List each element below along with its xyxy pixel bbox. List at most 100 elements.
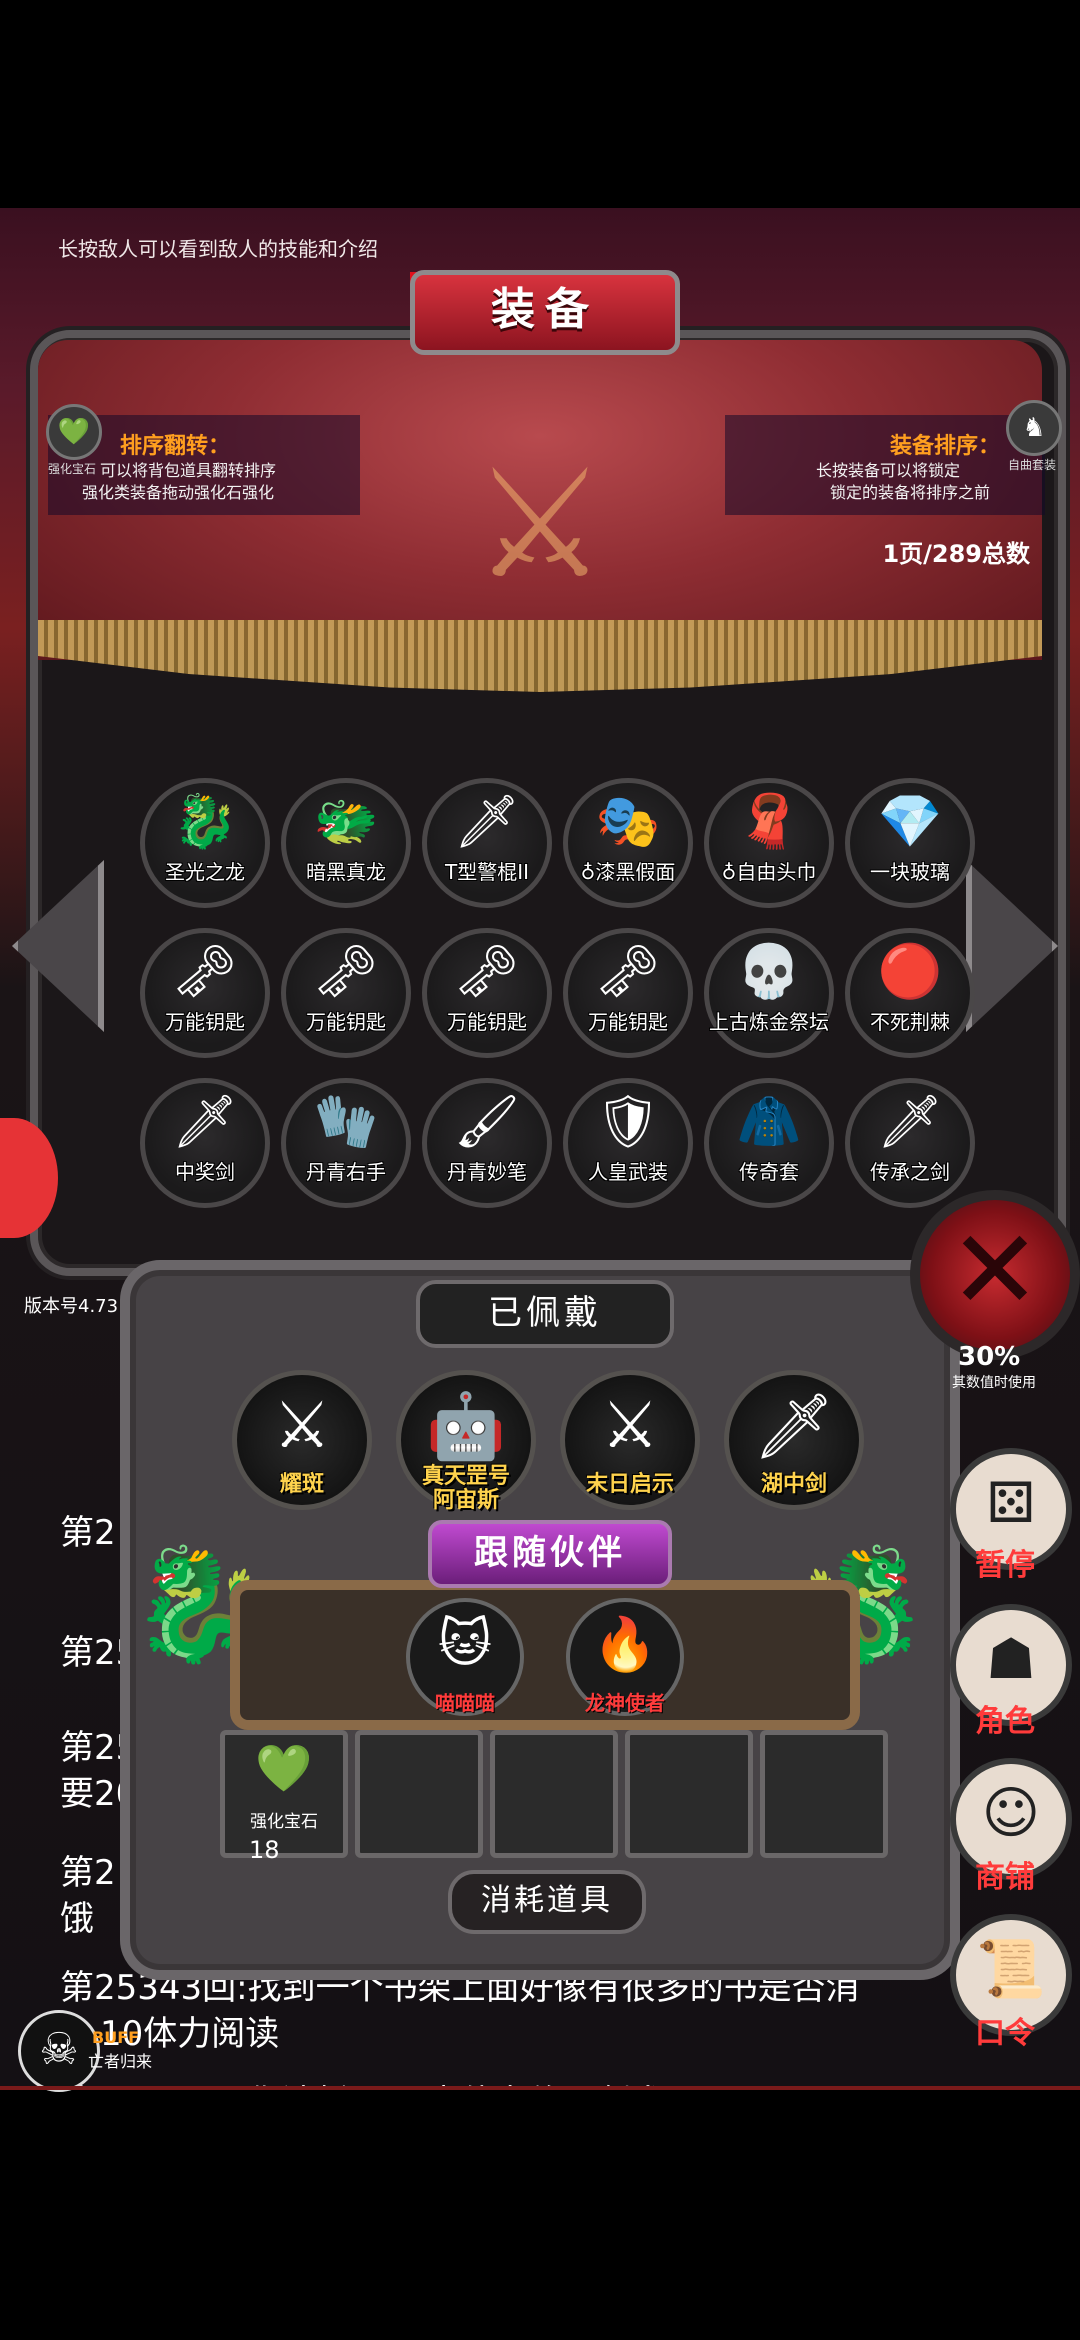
item-label: 丹青右手 <box>306 1160 386 1184</box>
mask-icon: 🎭 <box>595 792 661 852</box>
hooded-figure-icon: ☗ <box>985 1627 1037 1692</box>
consumable-count: 18 <box>249 1836 280 1864</box>
item-slot[interactable]: 🗝 万能钥匙 <box>422 928 552 1058</box>
item-label: 传奇套 <box>739 1160 799 1184</box>
close-button[interactable]: ✕ <box>910 1190 1080 1360</box>
sword-icon: 🗡 <box>876 1092 943 1152</box>
companion-bar <box>230 1580 860 1730</box>
dragon-envoy-icon: 🔥 <box>592 1615 658 1675</box>
item-slot[interactable]: 🧥 传奇套 <box>704 1078 834 1208</box>
consumable-slot-empty[interactable] <box>490 1730 618 1858</box>
sort-flip-line-1: 可以将背包道具翻转排序 <box>100 461 277 480</box>
key-icon: 🗝 <box>312 942 379 1002</box>
item-label: ♁自由头巾 <box>721 860 817 884</box>
item-slot[interactable]: 🗡 中奖剑 <box>140 1078 270 1208</box>
equipped-slot[interactable]: 🤖 真天罡号 阿宙斯 <box>396 1370 536 1513</box>
companion-title: 跟随伙伴 <box>428 1520 672 1588</box>
companion-slot[interactable]: 🔥 龙神使者 <box>566 1598 684 1716</box>
equipped-label: 末日启示 <box>585 1472 674 1497</box>
item-label: 万能钥匙 <box>165 1010 245 1034</box>
item-slot[interactable]: 🔴 不死荆棘 <box>845 928 975 1058</box>
item-slot[interactable]: 🗝 万能钥匙 <box>281 928 411 1058</box>
equip-sort-line-2: 锁定的装备将排序之前 <box>829 483 990 502</box>
equipped-slot[interactable]: ⚔ 耀斑 <box>232 1370 372 1510</box>
item-label: 万能钥匙 <box>588 1010 668 1034</box>
equipped-label: 真天罡号 阿宙斯 <box>421 1464 510 1513</box>
dragon-statue-icon: 🐉 <box>130 1540 267 1668</box>
code-label: 口令 <box>975 2016 1035 2051</box>
log-line: 饿 <box>60 1899 94 1939</box>
item-label: 不死荆棘 <box>870 1010 950 1034</box>
consumable-slot[interactable]: 💚 强化宝石 <box>220 1730 348 1858</box>
sort-flip-title: 排序翻转： <box>120 434 231 459</box>
equipped-label: 湖中剑 <box>760 1472 827 1497</box>
item-slot[interactable]: 💀 上古炼金祭坛 <box>704 928 834 1058</box>
lake-sword-icon: 🗡 <box>753 1390 835 1464</box>
equipped-slot[interactable]: ⚔ 末日启示 <box>560 1370 700 1510</box>
log-line: 第2 <box>60 1853 116 1893</box>
equip-sort-title: 装备排序： <box>889 434 1000 459</box>
equipped-slot[interactable]: 🗡 湖中剑 <box>724 1370 864 1510</box>
item-slot[interactable]: 🗡 T型警棍II <box>422 778 552 908</box>
thorn-wreath-icon: 🔴 <box>877 942 943 1002</box>
item-slot[interactable]: 🗝 万能钥匙 <box>563 928 693 1058</box>
blue-dragon-icon: 🐲 <box>313 792 379 852</box>
item-slot[interactable]: 🛡 人皇武装 <box>563 1078 693 1208</box>
companion-label: 喵喵喵 <box>435 1691 495 1715</box>
item-slot[interactable]: 🧤 丹青右手 <box>281 1078 411 1208</box>
key-icon: 🗝 <box>171 942 238 1002</box>
consumable-slot-empty[interactable] <box>760 1730 888 1858</box>
item-slot[interactable]: 🎭 ♁漆黑假面 <box>563 778 693 908</box>
armor-icon: 🛡 <box>594 1092 661 1152</box>
consumable-slot-empty[interactable] <box>355 1730 483 1858</box>
item-slot[interactable]: 💎 一块玻璃 <box>845 778 975 908</box>
percent-caption: 其数值时使用 <box>952 1375 1036 1391</box>
item-label: 中奖剑 <box>175 1160 235 1184</box>
item-slot[interactable]: 🖌 丹青妙笔 <box>422 1078 552 1208</box>
glove-icon: 🧤 <box>313 1092 379 1152</box>
key-icon: 🗝 <box>594 942 661 1002</box>
gem-icon: 💚 <box>46 404 102 460</box>
pause-label: 暂停 <box>975 1548 1035 1583</box>
log-line: 第2 <box>60 1513 116 1553</box>
consumable-title: 消耗道具 <box>448 1870 646 1934</box>
consumable-label: 强化宝石 <box>250 1812 318 1832</box>
merchant-icon: ☺ <box>981 1781 1041 1846</box>
equipped-label: 耀斑 <box>279 1472 324 1497</box>
cloak-icon: 🧥 <box>736 1092 802 1152</box>
glass-shard-icon: 💎 <box>877 792 943 852</box>
sort-flip-line-2: 强化类装备拖动强化石强化 <box>82 483 275 502</box>
item-label: 一块玻璃 <box>870 860 950 884</box>
item-label: 丹青妙笔 <box>447 1160 527 1184</box>
item-slot[interactable]: 🗡 传承之剑 <box>845 1078 975 1208</box>
bottom-strip <box>0 2086 1080 2090</box>
dice-icon: ⚄ <box>986 1471 1036 1536</box>
gem-icon: 💚 <box>255 1741 313 1795</box>
tip-text: 长按敌人可以看到敌人的技能和介绍 <box>58 237 378 261</box>
equipped-title: 已佩戴 <box>416 1280 674 1348</box>
item-label: 传承之剑 <box>870 1160 950 1184</box>
item-slot[interactable]: 🗝 万能钥匙 <box>140 928 270 1058</box>
item-label: 人皇武装 <box>588 1160 668 1184</box>
item-slot[interactable]: 🧣 ♁自由头巾 <box>704 778 834 908</box>
shop-label: 商铺 <box>975 1860 1035 1895</box>
headscarf-icon: 🧣 <box>736 792 802 852</box>
consumable-slot-empty[interactable] <box>625 1730 753 1858</box>
cat-knight-icon: 🐱 <box>437 1614 493 1674</box>
custom-set-shortcut[interactable]: ♞ 自曲套装 <box>1006 400 1072 473</box>
item-label: T型警棍II <box>444 860 529 884</box>
item-slot[interactable]: 🐲 暗黑真龙 <box>281 778 411 908</box>
item-label: ♁漆黑假面 <box>580 860 676 884</box>
knight-icon: ♞ <box>1006 400 1062 456</box>
companion-slot[interactable]: 🐱 喵喵喵 <box>406 1598 524 1716</box>
page-count: 1页/289总数 <box>882 540 1030 568</box>
brush-icon: 🖌 <box>453 1092 520 1152</box>
item-slot[interactable]: 🐉 圣光之龙 <box>140 778 270 908</box>
item-label: 圣光之龙 <box>165 860 245 884</box>
sort-flip-button[interactable]: 排序翻转： 可以将背包道具翻转排序 强化类装备拖动强化石强化 <box>82 428 350 504</box>
gold-dragon-icon: 🐉 <box>172 792 238 852</box>
item-label: 万能钥匙 <box>447 1010 527 1034</box>
flare-weapon-icon: ⚔ <box>273 1389 331 1463</box>
mecha-icon: 🤖 <box>426 1390 506 1464</box>
equip-sort-button[interactable]: 装备排序： 长按装备可以将锁定 锁定的装备将排序之前 <box>750 428 1000 504</box>
